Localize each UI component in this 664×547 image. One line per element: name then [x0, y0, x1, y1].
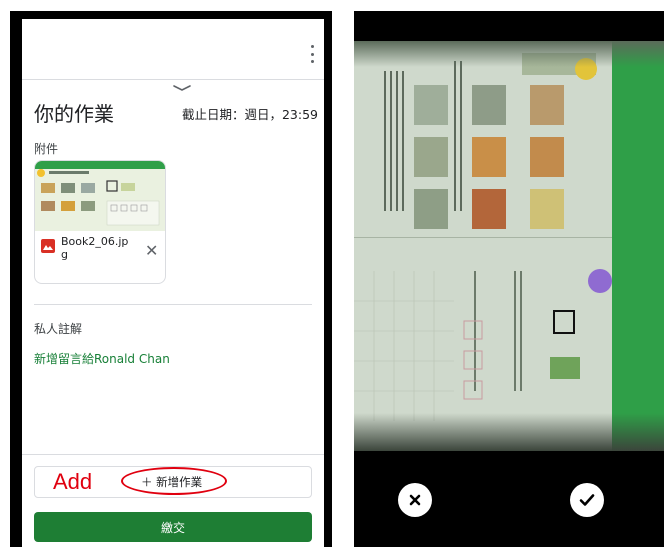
phone-left: 你的作業 截止日期：週日，23:59 附件 Book2_06.jpg ✕ 私人註…	[10, 11, 332, 547]
top-bar	[22, 19, 324, 79]
annotation-add-label: Add	[53, 469, 93, 494]
add-private-comment-link[interactable]: 新增留言給Ronald Chan	[34, 350, 170, 367]
add-work-button[interactable]: ＋ 新增作業	[141, 474, 202, 490]
captured-photo-preview	[354, 41, 664, 451]
assignment-screen: 你的作業 截止日期：週日，23:59 附件 Book2_06.jpg ✕ 私人註…	[22, 19, 324, 547]
attachment-file-row: Book2_06.jpg ✕	[41, 235, 161, 279]
page-title: 你的作業	[34, 102, 114, 126]
check-icon	[579, 494, 595, 506]
cancel-capture-button[interactable]	[398, 483, 432, 517]
page-green-band	[612, 41, 664, 451]
due-date: 截止日期：週日，23:59	[181, 107, 318, 122]
more-options-icon[interactable]	[306, 45, 318, 63]
section-divider	[34, 304, 312, 305]
page-fold	[354, 237, 612, 238]
attachment-card[interactable]: Book2_06.jpg ✕	[34, 160, 166, 284]
submit-button[interactable]: 繳交	[34, 512, 312, 542]
bottom-divider	[22, 454, 324, 455]
photo-bottom-shadow	[354, 413, 664, 451]
add-work-row: Add ＋ 新增作業	[34, 466, 312, 498]
photo-top-shadow	[354, 41, 664, 67]
image-file-icon	[41, 239, 55, 253]
confirm-capture-button[interactable]	[570, 483, 604, 517]
assignment-sheet: 你的作業 截止日期：週日，23:59 附件 Book2_06.jpg ✕ 私人註…	[22, 79, 324, 547]
attachments-label: 附件	[34, 142, 59, 156]
close-icon	[409, 494, 421, 506]
phone-right-camera	[354, 11, 664, 547]
private-notes-label: 私人註解	[34, 322, 83, 336]
remove-attachment-icon[interactable]: ✕	[145, 241, 158, 260]
attachment-thumbnail	[35, 161, 165, 231]
attachment-file-name: Book2_06.jpg	[61, 235, 129, 261]
collapse-chevron-icon[interactable]	[172, 84, 192, 92]
